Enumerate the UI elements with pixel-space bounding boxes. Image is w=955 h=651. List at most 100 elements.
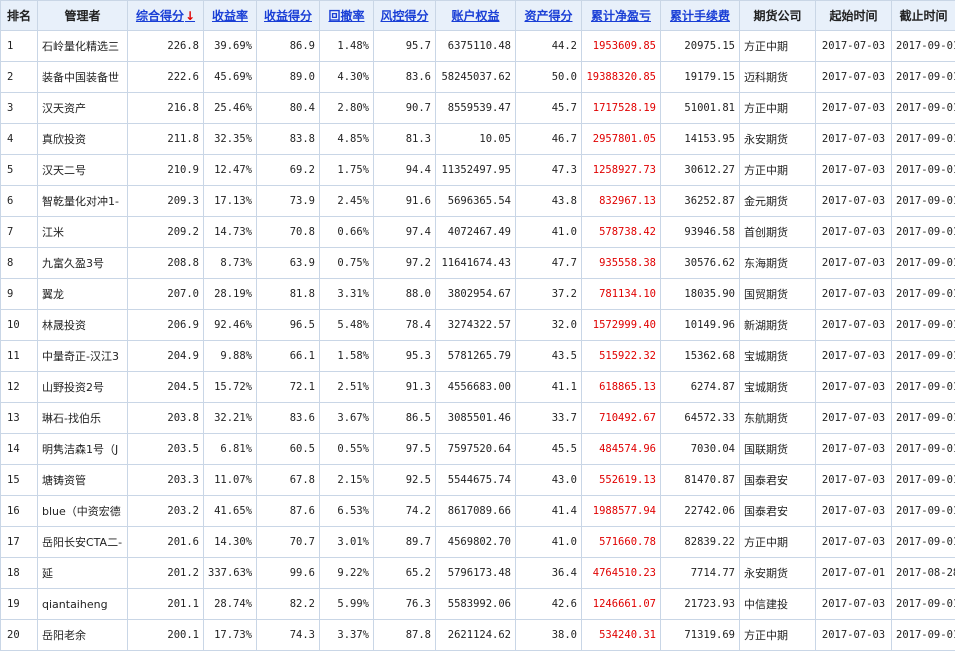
cell-asset-score: 43.5 bbox=[516, 341, 582, 372]
col-company-header: 期货公司 bbox=[740, 1, 816, 31]
cell-net-pnl: 571660.78 bbox=[582, 527, 661, 558]
sort-return-label[interactable]: 收益率 bbox=[212, 9, 248, 23]
sort-risk-score-header[interactable]: 风控得分 bbox=[374, 1, 436, 31]
cell-equity: 58245037.62 bbox=[436, 62, 516, 93]
cell-asset-score: 41.4 bbox=[516, 496, 582, 527]
sort-score-label[interactable]: 综合得分 bbox=[136, 9, 184, 23]
cell-end-date: 2017-09-01 bbox=[892, 465, 955, 496]
cell-end-date: 2017-09-01 bbox=[892, 434, 955, 465]
cell-equity: 4569802.70 bbox=[436, 527, 516, 558]
cell-start-date: 2017-07-03 bbox=[816, 496, 892, 527]
cell-equity: 4072467.49 bbox=[436, 217, 516, 248]
cell-end-date: 2017-09-01 bbox=[892, 589, 955, 620]
cell-net-pnl: 484574.96 bbox=[582, 434, 661, 465]
cell-return-score: 70.7 bbox=[257, 527, 320, 558]
cell-start-date: 2017-07-03 bbox=[816, 248, 892, 279]
cell-drawdown: 2.15% bbox=[320, 465, 374, 496]
cell-fees: 20975.15 bbox=[661, 31, 740, 62]
cell-score: 203.3 bbox=[128, 465, 204, 496]
cell-return-score: 83.6 bbox=[257, 403, 320, 434]
cell-net-pnl: 1988577.94 bbox=[582, 496, 661, 527]
cell-manager: blue（中资宏德 bbox=[38, 496, 128, 527]
cell-rank: 13 bbox=[1, 403, 38, 434]
col-manager-label: 管理者 bbox=[64, 9, 100, 23]
cell-risk-score: 74.2 bbox=[374, 496, 436, 527]
col-manager-header: 管理者 bbox=[38, 1, 128, 31]
col-start-label: 起始时间 bbox=[829, 9, 877, 23]
cell-end-date: 2017-09-01 bbox=[892, 527, 955, 558]
cell-net-pnl: 552619.13 bbox=[582, 465, 661, 496]
cell-score: 216.8 bbox=[128, 93, 204, 124]
sort-drawdown-label[interactable]: 回撤率 bbox=[328, 9, 364, 23]
cell-start-date: 2017-07-03 bbox=[816, 434, 892, 465]
cell-return-score: 63.9 bbox=[257, 248, 320, 279]
cell-asset-score: 45.5 bbox=[516, 434, 582, 465]
cell-rank: 16 bbox=[1, 496, 38, 527]
cell-equity: 8559539.47 bbox=[436, 93, 516, 124]
cell-start-date: 2017-07-03 bbox=[816, 341, 892, 372]
sort-equity-header[interactable]: 账户权益 bbox=[436, 1, 516, 31]
cell-risk-score: 90.7 bbox=[374, 93, 436, 124]
cell-score: 222.6 bbox=[128, 62, 204, 93]
sort-asset-score-header[interactable]: 资产得分 bbox=[516, 1, 582, 31]
cell-return: 11.07% bbox=[204, 465, 257, 496]
table-row: 9翼龙207.028.19%81.83.31%88.03802954.6737.… bbox=[1, 279, 955, 310]
sort-return-score-label[interactable]: 收益得分 bbox=[264, 9, 312, 23]
cell-manager: 汉天资产 bbox=[38, 93, 128, 124]
cell-fees: 6274.87 bbox=[661, 372, 740, 403]
cell-start-date: 2017-07-03 bbox=[816, 93, 892, 124]
cell-rank: 18 bbox=[1, 558, 38, 589]
cell-company: 首创期货 bbox=[740, 217, 816, 248]
cell-end-date: 2017-09-01 bbox=[892, 124, 955, 155]
sort-net-pnl-label[interactable]: 累计净盈亏 bbox=[591, 9, 651, 23]
cell-net-pnl: 4764510.23 bbox=[582, 558, 661, 589]
sort-fees-label[interactable]: 累计手续费 bbox=[670, 9, 730, 23]
cell-start-date: 2017-07-01 bbox=[816, 558, 892, 589]
cell-end-date: 2017-09-01 bbox=[892, 248, 955, 279]
cell-equity: 5796173.48 bbox=[436, 558, 516, 589]
cell-start-date: 2017-07-03 bbox=[816, 465, 892, 496]
cell-score: 207.0 bbox=[128, 279, 204, 310]
cell-return-score: 83.8 bbox=[257, 124, 320, 155]
cell-start-date: 2017-07-03 bbox=[816, 217, 892, 248]
col-start-header: 起始时间 bbox=[816, 1, 892, 31]
sort-fees-header[interactable]: 累计手续费 bbox=[661, 1, 740, 31]
cell-score: 203.2 bbox=[128, 496, 204, 527]
cell-rank: 12 bbox=[1, 372, 38, 403]
cell-net-pnl: 1572999.40 bbox=[582, 310, 661, 341]
cell-asset-score: 44.2 bbox=[516, 31, 582, 62]
cell-net-pnl: 578738.42 bbox=[582, 217, 661, 248]
cell-net-pnl: 19388320.85 bbox=[582, 62, 661, 93]
sort-desc-arrow-icon[interactable]: ↓ bbox=[185, 9, 195, 23]
cell-end-date: 2017-09-01 bbox=[892, 310, 955, 341]
cell-equity: 8617089.66 bbox=[436, 496, 516, 527]
cell-end-date: 2017-09-01 bbox=[892, 217, 955, 248]
cell-score: 201.2 bbox=[128, 558, 204, 589]
cell-return-score: 89.0 bbox=[257, 62, 320, 93]
cell-score: 203.8 bbox=[128, 403, 204, 434]
cell-net-pnl: 1246661.07 bbox=[582, 589, 661, 620]
sort-drawdown-header[interactable]: 回撤率 bbox=[320, 1, 374, 31]
cell-rank: 7 bbox=[1, 217, 38, 248]
cell-rank: 5 bbox=[1, 155, 38, 186]
cell-manager: 中量奇正-汉江3 bbox=[38, 341, 128, 372]
cell-score: 204.5 bbox=[128, 372, 204, 403]
sort-net-pnl-header[interactable]: 累计净盈亏 bbox=[582, 1, 661, 31]
sort-return-score-header[interactable]: 收益得分 bbox=[257, 1, 320, 31]
cell-manager: 塘铸资管 bbox=[38, 465, 128, 496]
sort-asset-score-label[interactable]: 资产得分 bbox=[524, 9, 572, 23]
cell-start-date: 2017-07-03 bbox=[816, 310, 892, 341]
sort-equity-label[interactable]: 账户权益 bbox=[451, 9, 499, 23]
cell-return: 28.19% bbox=[204, 279, 257, 310]
cell-manager: 山野投资2号 bbox=[38, 372, 128, 403]
sort-return-header[interactable]: 收益率 bbox=[204, 1, 257, 31]
table-row: 10林晟投资206.992.46%96.55.48%78.43274322.57… bbox=[1, 310, 955, 341]
cell-risk-score: 88.0 bbox=[374, 279, 436, 310]
sort-risk-score-label[interactable]: 风控得分 bbox=[380, 9, 428, 23]
cell-manager: 岳阳长安CTA二- bbox=[38, 527, 128, 558]
cell-score: 206.9 bbox=[128, 310, 204, 341]
cell-rank: 9 bbox=[1, 279, 38, 310]
cell-risk-score: 92.5 bbox=[374, 465, 436, 496]
sort-score-header[interactable]: 综合得分↓ bbox=[128, 1, 204, 31]
cell-company: 国联期货 bbox=[740, 434, 816, 465]
